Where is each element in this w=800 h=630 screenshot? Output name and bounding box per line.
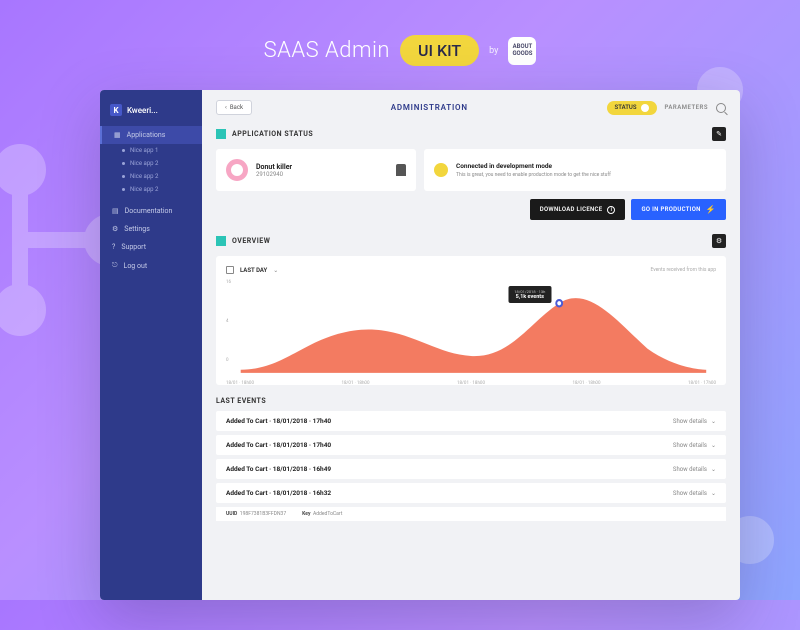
connection-title: Connected in development mode xyxy=(456,162,611,170)
calendar-icon xyxy=(226,266,234,274)
app-id: 29102940 xyxy=(256,171,292,178)
chevron-left-icon: ‹ xyxy=(225,104,227,111)
parameters-link[interactable]: PARAMETERS xyxy=(665,104,708,111)
square-icon xyxy=(216,129,226,139)
info-icon: i xyxy=(607,206,615,214)
events-title: LAST EVENTS xyxy=(216,397,726,405)
dot-icon xyxy=(122,162,125,165)
chart-area: 1640 18/01/2018 · 13h 5,1k events 18/01 … xyxy=(226,280,716,375)
nav-app-item[interactable]: Nice app 1 xyxy=(100,144,202,157)
status-dot-icon xyxy=(434,163,448,177)
app-card: Donut killer 29102940 xyxy=(216,149,416,191)
chevron-down-icon: ⌄ xyxy=(711,442,716,449)
promo-title: SAAS Admin xyxy=(264,38,390,63)
brand-logo-icon: K xyxy=(110,104,122,116)
event-row[interactable]: Added To Cart · 18/01/2018 · 16h49Show d… xyxy=(216,459,726,479)
sidebar: K Kweeri... ▦ Applications Nice app 1 Ni… xyxy=(100,90,202,600)
event-detail-row: UUID 198F7381B3FFDN37 Key AddedToCart xyxy=(216,507,726,521)
status-dot-icon xyxy=(641,104,649,112)
chevron-down-icon: ⌄ xyxy=(711,490,716,497)
nav-app-item[interactable]: Nice app 2 xyxy=(100,183,202,196)
show-details-toggle[interactable]: Show details⌄ xyxy=(673,442,716,449)
promo-badge: UI KIT xyxy=(400,35,479,66)
chevron-down-icon: ⌄ xyxy=(711,418,716,425)
promo-header: SAAS Admin UI KIT by ABOUT GOODS xyxy=(0,35,800,66)
status-pill[interactable]: STATUS xyxy=(607,101,657,115)
square-icon xyxy=(216,236,226,246)
section-title: APPLICATION STATUS xyxy=(232,130,313,138)
section-header-status: APPLICATION STATUS ✎ xyxy=(216,127,726,141)
dot-icon xyxy=(122,188,125,191)
donut-icon xyxy=(226,159,248,181)
area-chart xyxy=(226,280,716,375)
nav-logout[interactable]: ⎋Log out xyxy=(100,256,202,275)
event-row[interactable]: Added To Cart · 18/01/2018 · 17h40Show d… xyxy=(216,411,726,431)
nav-label: Applications xyxy=(127,131,166,139)
back-button[interactable]: ‹Back xyxy=(216,100,252,115)
y-axis-labels: 1640 xyxy=(226,280,231,363)
dot-icon xyxy=(122,149,125,152)
app-name: Donut killer xyxy=(256,163,292,171)
show-details-toggle[interactable]: Show details⌄ xyxy=(673,490,716,497)
logout-icon: ⎋ xyxy=(112,261,118,270)
page-title: ADMINISTRATION xyxy=(260,103,599,112)
settings-button[interactable]: ⚙ xyxy=(712,234,726,248)
promo-by: by xyxy=(489,46,498,56)
app-window: K Kweeri... ▦ Applications Nice app 1 Ni… xyxy=(100,90,740,600)
event-row[interactable]: Added To Cart · 18/01/2018 · 16h32Show d… xyxy=(216,483,726,503)
chart-tooltip: 18/01/2018 · 13h 5,1k events xyxy=(508,286,551,303)
download-licence-button[interactable]: DOWNLOAD LICENCEi xyxy=(530,199,626,220)
promo-logo: ABOUT GOODS xyxy=(508,37,536,65)
chevron-down-icon: ⌄ xyxy=(273,267,278,274)
nav-support[interactable]: ?Support xyxy=(100,238,202,256)
main-content: ‹Back ADMINISTRATION STATUS PARAMETERS A… xyxy=(202,90,740,600)
x-axis-labels: 18/01 · 18h0018/01 · 18h0018/01 · 18h001… xyxy=(226,381,716,386)
chart-card: LAST DAY ⌄ Events received from this app… xyxy=(216,256,726,385)
edit-button[interactable]: ✎ xyxy=(712,127,726,141)
show-details-toggle[interactable]: Show details⌄ xyxy=(673,418,716,425)
chevron-down-icon: ⌄ xyxy=(711,466,716,473)
go-production-button[interactable]: GO IN PRODUCTION⚡ xyxy=(631,199,726,220)
dot-icon xyxy=(122,175,125,178)
android-icon xyxy=(396,164,406,176)
nav-documentation[interactable]: ▤Documentation xyxy=(100,202,202,220)
nav-settings[interactable]: ⚙Settings xyxy=(100,220,202,238)
nav-app-item[interactable]: Nice app 2 xyxy=(100,170,202,183)
section-title: OVERVIEW xyxy=(232,237,270,245)
connection-subtitle: This is great, you need to enable produc… xyxy=(456,172,611,178)
search-icon[interactable] xyxy=(716,103,726,113)
grid-icon: ▦ xyxy=(114,131,121,139)
connection-card: Connected in development mode This is gr… xyxy=(424,149,726,191)
nav-applications[interactable]: ▦ Applications xyxy=(100,126,202,144)
nav-app-item[interactable]: Nice app 2 xyxy=(100,157,202,170)
brand-name: Kweeri... xyxy=(127,106,158,115)
event-row[interactable]: Added To Cart · 18/01/2018 · 17h40Show d… xyxy=(216,435,726,455)
brand[interactable]: K Kweeri... xyxy=(100,100,202,126)
doc-icon: ▤ xyxy=(112,207,119,215)
section-header-overview: OVERVIEW ⚙ xyxy=(216,234,726,248)
topbar: ‹Back ADMINISTRATION STATUS PARAMETERS xyxy=(216,100,726,115)
show-details-toggle[interactable]: Show details⌄ xyxy=(673,466,716,473)
period-selector[interactable]: LAST DAY xyxy=(240,267,267,274)
gear-icon: ⚙ xyxy=(112,225,118,233)
bolt-icon: ⚡ xyxy=(706,205,716,214)
support-icon: ? xyxy=(112,243,115,251)
chart-note: Events received from this app xyxy=(650,267,716,273)
